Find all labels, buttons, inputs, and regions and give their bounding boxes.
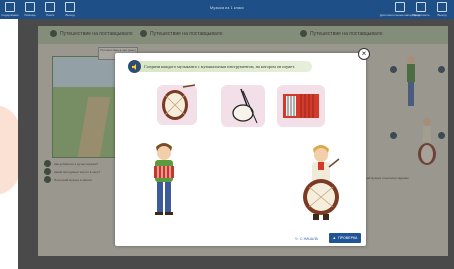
right-instruction: Послушай музыку и выполни задание [356,176,409,180]
audio-button[interactable] [390,132,397,139]
audio-button[interactable] [438,66,445,73]
accordion-icon [277,85,325,127]
left-margin [0,19,20,269]
musician-boy-with-drum[interactable] [299,141,343,228]
toolbar-label: Помощь [24,13,36,17]
close-button[interactable]: × [358,48,370,60]
task-number-icon [140,30,147,37]
boy-figure [407,56,415,106]
play-icon [44,168,51,175]
instruction-text: Послушай музыку в записи [54,177,92,182]
check-label: ПРОВЕРКА [338,236,358,240]
instruction-text: Какой инструмент звучит в лесу? [54,169,101,174]
scene-path [77,97,111,157]
decorative-accent [0,105,20,195]
boy-with-drum-illustration [303,145,340,220]
toolbar-right: Дополнительные материалы Продолжить Выхо… [380,1,450,18]
instrument-drum[interactable] [157,83,199,132]
toolbar-label: Содержание [1,13,19,17]
close-icon: × [361,49,367,58]
task-heading-2[interactable]: Путешествие на поставцывало [140,30,223,37]
task-number-icon [300,30,307,37]
balalaika-icon [221,85,265,127]
continue-icon [416,2,426,12]
toolbar-label: Продолжить [412,13,430,17]
close-icon [437,2,447,12]
task-heading-label: Путешествие на поставцывало [310,30,383,37]
toolbar-label: Выход [65,13,75,17]
toolbar-materials-button[interactable]: Дополнительные материалы [380,1,420,18]
toolbar-close-button[interactable]: Выход [434,1,450,18]
restart-button[interactable]: ↻ С НАЧАЛА [295,235,318,243]
speaker-button[interactable] [128,60,141,73]
audio-button[interactable] [438,132,445,139]
task-number-icon [50,30,57,37]
check-icon: ▲ [332,236,337,240]
toolbar-label: Выход [437,13,447,17]
matching-exercise-modal: × Соедини каждого музыканта с музыкальны… [115,48,370,246]
speaker-icon [131,63,136,70]
drummer-figure [418,118,436,165]
instrument-accordion[interactable] [277,85,327,134]
restart-label: С НАЧАЛА [300,237,318,241]
materials-icon [395,2,405,12]
app-toolbar: Содержание Помощь Поиск Выход Музыка из … [0,0,454,19]
musician-boy-with-accordion[interactable] [147,139,181,226]
toolbar-continue-button[interactable]: Продолжить [412,1,430,18]
toolbar-label: Поиск [45,13,55,17]
task-heading-label: Путешествие на поставцывало [60,30,133,37]
audio-button[interactable] [390,66,397,73]
app-title: Музыка из 1 класс [209,5,245,10]
task-heading-1[interactable]: Путешествие на поставцывало [50,30,133,37]
task-heading-label: Путешествие на поставцывало [150,30,223,37]
instruction-text: Соедини каждого музыканта с музыкальным … [144,64,295,69]
instrument-balalaika[interactable] [221,83,267,134]
check-button[interactable]: ▲ ПРОВЕРКА [329,233,361,243]
play-icon [44,160,51,167]
play-icon [44,176,51,183]
restart-icon: ↻ [295,237,299,241]
instruction-bar: Соедини каждого музыканта с музыкальным … [128,60,312,73]
boy-with-accordion-illustration [154,143,174,215]
instruction-text: Как добраться к ручью музыки? [54,161,99,166]
drum-icon [157,84,197,125]
task-heading-3[interactable]: Путешествие на поставцывало [300,30,383,37]
